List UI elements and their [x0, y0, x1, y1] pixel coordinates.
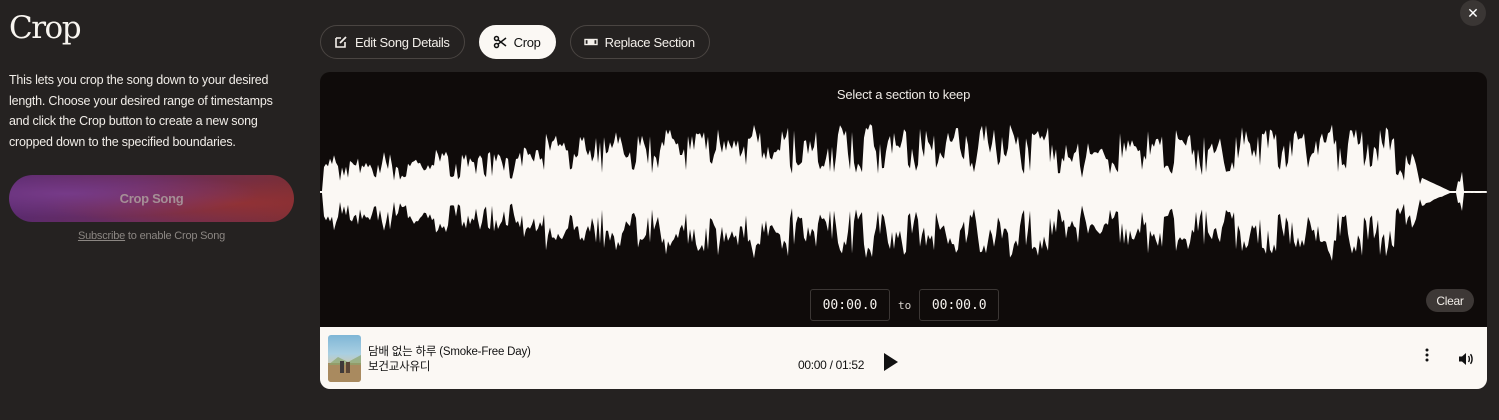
- subscribe-note: Subscribe to enable Crop Song: [9, 230, 294, 242]
- time-range: 00:00.0 to 00:00.0: [810, 289, 1000, 321]
- volume-button[interactable]: [1458, 351, 1474, 367]
- end-time-input[interactable]: 00:00.0: [919, 289, 1000, 321]
- volume-icon: [1459, 353, 1473, 365]
- waveform[interactable]: [320, 122, 1487, 262]
- tab-crop[interactable]: Crop: [478, 25, 556, 59]
- tab-replace-section[interactable]: Replace Section: [569, 25, 710, 59]
- play-icon: [884, 353, 898, 371]
- close-icon: ✕: [1467, 5, 1479, 21]
- artist-name: 보건교사유디: [368, 361, 431, 373]
- subscribe-note-text: to enable Crop Song: [125, 230, 226, 242]
- page-title: Crop: [9, 10, 82, 46]
- album-cover-art: [328, 355, 361, 382]
- tab-label: Crop: [513, 34, 541, 50]
- tool-tabs: Edit Song Details Crop Replace Section: [320, 25, 710, 59]
- more-vertical-icon: [1425, 348, 1429, 362]
- subscribe-link[interactable]: Subscribe: [78, 230, 125, 242]
- start-time-input[interactable]: 00:00.0: [810, 289, 890, 321]
- crop-editor: Select a section to keep 00:00.0 to 00:0…: [320, 72, 1487, 389]
- audio-player: 담배 없는 하루 (Smoke-Free Day) 보건교사유디 00:00 /…: [320, 327, 1487, 389]
- more-options-button[interactable]: [1420, 348, 1434, 368]
- tab-edit-song-details[interactable]: Edit Song Details: [320, 25, 465, 59]
- tab-label: Replace Section: [604, 34, 695, 50]
- to-label: to: [898, 298, 912, 312]
- crop-description: This lets you crop the song down to your…: [9, 73, 273, 149]
- selection-hint: Select a section to keep: [836, 87, 971, 102]
- crop-song-button[interactable]: Crop Song: [9, 175, 294, 222]
- replace-section-icon: [583, 38, 598, 46]
- song-title: 담배 없는 하루 (Smoke-Free Day): [368, 346, 531, 358]
- play-button[interactable]: [882, 351, 900, 373]
- edit-icon: [335, 36, 347, 48]
- playback-time: 00:00 / 01:52: [798, 358, 865, 372]
- tab-label: Edit Song Details: [355, 34, 450, 50]
- album-cover: [328, 335, 361, 382]
- scissors-icon: [493, 35, 507, 49]
- close-button[interactable]: ✕: [1460, 0, 1486, 26]
- left-panel: Crop This lets you crop the song down to…: [9, 8, 299, 152]
- clear-button[interactable]: Clear: [1426, 289, 1474, 312]
